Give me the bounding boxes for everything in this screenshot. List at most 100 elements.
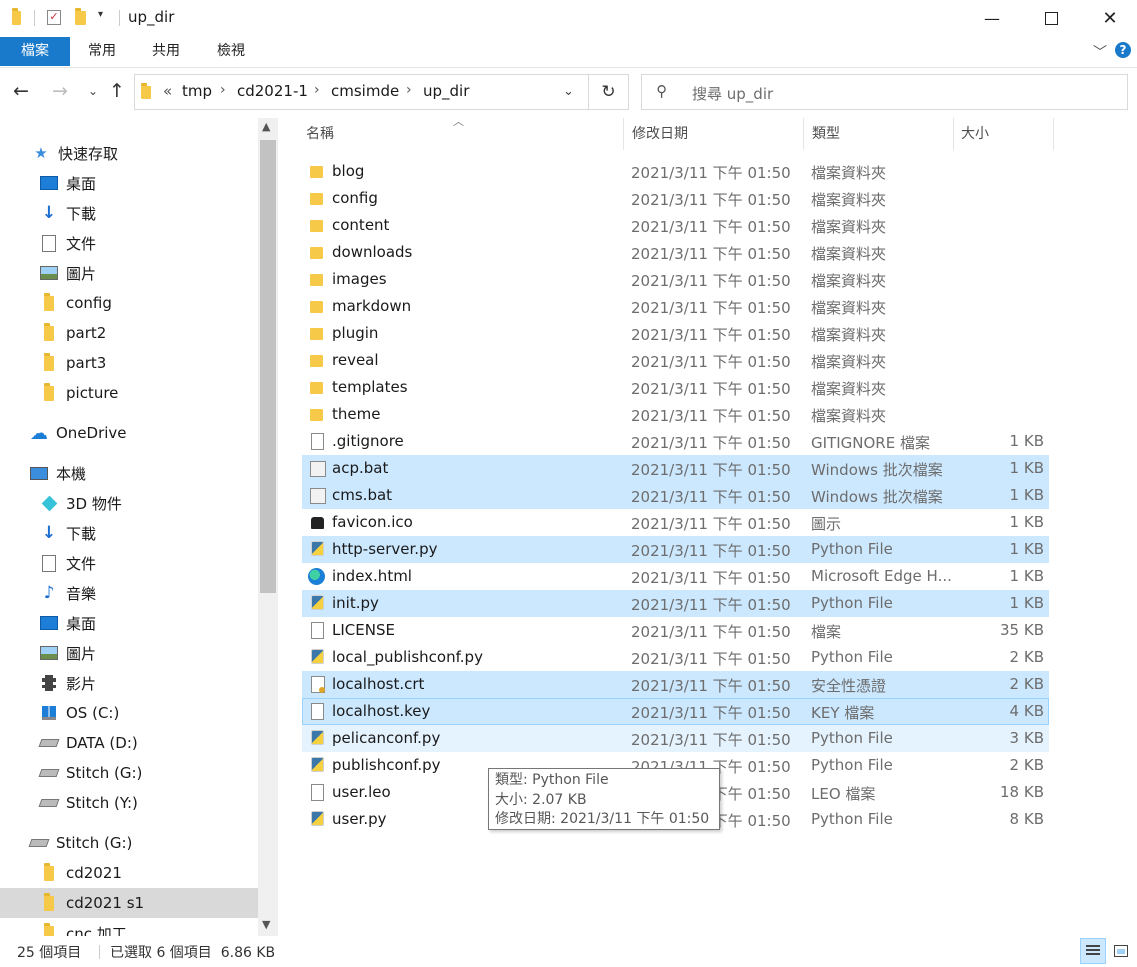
large-icons-view-icon[interactable] bbox=[1108, 938, 1134, 964]
file-row[interactable]: index.html 2021/3/11 下午 01:50 Microsoft Ed… bbox=[302, 563, 1049, 590]
breadcrumb-separator-icon[interactable]: › bbox=[406, 82, 412, 98]
column-divider[interactable] bbox=[1053, 118, 1054, 150]
scroll-up-arrow-icon[interactable]: ▲ bbox=[262, 120, 270, 133]
file-row[interactable]: favicon.ico 2021/3/11 下午 01:50 圖示 1 KB bbox=[302, 509, 1049, 536]
star-icon: ★ bbox=[34, 144, 48, 162]
file-name: cms.bat bbox=[332, 486, 393, 504]
breadcrumb-overflow[interactable]: « bbox=[163, 82, 172, 100]
forward-arrow-icon[interactable]: → bbox=[52, 80, 68, 102]
nav-pc-pictures[interactable]: 圖片 bbox=[0, 638, 258, 668]
file-row[interactable]: local_publishconf.py 2021/3/11 下午 01:50 Py… bbox=[302, 644, 1049, 671]
scrollbar-thumb[interactable] bbox=[260, 140, 276, 593]
file-row[interactable]: reveal 2021/3/11 下午 01:50 檔案資料夾 bbox=[302, 347, 1049, 374]
file-row[interactable]: acp.bat 2021/3/11 下午 01:50 Windows 批次檔案 1 K… bbox=[302, 455, 1049, 482]
tab-view[interactable]: 檢視 bbox=[199, 37, 263, 66]
nav-folder-cd2021[interactable]: cd2021 bbox=[0, 858, 258, 888]
nav-folder-cnc[interactable]: cnc 加工 bbox=[0, 918, 258, 936]
new-folder-icon[interactable] bbox=[75, 8, 91, 27]
file-name: user.leo bbox=[332, 783, 391, 801]
file-row[interactable]: pelicanconf.py 2021/3/11 下午 01:50 Python F… bbox=[302, 725, 1049, 752]
nav-documents[interactable]: 文件📌 bbox=[0, 228, 258, 258]
refresh-icon[interactable]: ↻ bbox=[589, 74, 629, 110]
column-header-type[interactable]: 類型 bbox=[812, 118, 840, 150]
music-note-icon: ♪ bbox=[43, 583, 55, 603]
maximize-button[interactable] bbox=[1028, 0, 1074, 36]
file-row[interactable]: init.py 2021/3/11 下午 01:50 Python File 1 KB bbox=[302, 590, 1049, 617]
file-row[interactable]: images 2021/3/11 下午 01:50 檔案資料夾 bbox=[302, 266, 1049, 293]
file-row[interactable]: .gitignore 2021/3/11 下午 01:50 GITIGNORE 檔案… bbox=[302, 428, 1049, 455]
nav-music[interactable]: ♪ 音樂 bbox=[0, 578, 258, 608]
tab-file[interactable]: 檔案 bbox=[0, 37, 70, 66]
file-row[interactable]: downloads 2021/3/11 下午 01:50 檔案資料夾 bbox=[302, 239, 1049, 266]
nav-desktop[interactable]: 桌面📌 bbox=[0, 168, 258, 198]
column-header-date[interactable]: 修改日期 bbox=[632, 118, 688, 150]
nav-drive-g[interactable]: Stitch (G:) bbox=[0, 758, 258, 788]
file-row[interactable]: blog 2021/3/11 下午 01:50 檔案資料夾 bbox=[302, 158, 1049, 185]
file-row[interactable]: plugin 2021/3/11 下午 01:50 檔案資料夾 bbox=[302, 320, 1049, 347]
nav-drive-y[interactable]: Stitch (Y:) bbox=[0, 788, 258, 818]
breadcrumb-tmp[interactable]: tmp bbox=[182, 82, 212, 100]
file-row[interactable]: config 2021/3/11 下午 01:50 檔案資料夾 bbox=[302, 185, 1049, 212]
file-row[interactable]: theme 2021/3/11 下午 01:50 檔案資料夾 bbox=[302, 401, 1049, 428]
file-size: 1 KB bbox=[1009, 594, 1044, 612]
file-type: 檔案資料夾 bbox=[811, 353, 887, 371]
nav-downloads[interactable]: ↓下載📌 bbox=[0, 198, 258, 228]
column-header-size[interactable]: 大小 bbox=[961, 118, 989, 150]
column-divider[interactable] bbox=[623, 118, 624, 150]
nav-drive-d[interactable]: DATA (D:) bbox=[0, 728, 258, 758]
details-view-icon[interactable] bbox=[1080, 938, 1106, 964]
nav-folder-part3[interactable]: part3 bbox=[0, 348, 258, 378]
expand-ribbon-icon[interactable]: ﹀ bbox=[1093, 42, 1107, 62]
file-row[interactable]: markdown 2021/3/11 下午 01:50 檔案資料夾 bbox=[302, 293, 1049, 320]
nav-pc-desktop[interactable]: 桌面 bbox=[0, 608, 258, 638]
nav-3d-objects[interactable]: 3D 物件 bbox=[0, 488, 258, 518]
breadcrumb-up-dir[interactable]: up_dir bbox=[423, 82, 469, 100]
nav-videos[interactable]: 影片 bbox=[0, 668, 258, 698]
scroll-down-arrow-icon[interactable]: ▼ bbox=[262, 918, 270, 931]
breadcrumb-separator-icon[interactable]: › bbox=[314, 82, 320, 98]
nav-this-pc[interactable]: 本機 bbox=[0, 458, 258, 488]
properties-icon[interactable]: ✓ bbox=[47, 10, 61, 25]
customize-quick-access-icon[interactable]: ▾ bbox=[98, 9, 103, 20]
column-divider[interactable] bbox=[953, 118, 954, 150]
tab-share[interactable]: 共用 bbox=[134, 37, 198, 66]
nav-onedrive[interactable]: ☁ OneDrive bbox=[0, 418, 258, 448]
nav-folder-part2[interactable]: part2 bbox=[0, 318, 258, 348]
file-row[interactable]: localhost.key 2021/3/11 下午 01:50 KEY 檔案 4 K… bbox=[302, 698, 1049, 725]
file-row[interactable]: cms.bat 2021/3/11 下午 01:50 Windows 批次檔案 1 K… bbox=[302, 482, 1049, 509]
nav-pc-downloads[interactable]: ↓ 下載 bbox=[0, 518, 258, 548]
close-button[interactable]: ✕ bbox=[1087, 0, 1133, 36]
picture-icon bbox=[40, 265, 58, 281]
back-arrow-icon[interactable]: ← bbox=[13, 80, 29, 102]
file-row[interactable]: templates 2021/3/11 下午 01:50 檔案資料夾 bbox=[302, 374, 1049, 401]
nav-folder-cd2021-s1[interactable]: cd2021 s1 bbox=[0, 888, 258, 918]
tab-home[interactable]: 常用 bbox=[70, 37, 134, 66]
file-row[interactable]: content 2021/3/11 下午 01:50 檔案資料夾 bbox=[302, 212, 1049, 239]
help-icon[interactable]: ? bbox=[1115, 42, 1131, 58]
nav-stitch-g[interactable]: Stitch (G:) bbox=[0, 828, 258, 858]
nav-folder-picture[interactable]: picture bbox=[0, 378, 258, 408]
up-arrow-icon[interactable]: ↑ bbox=[109, 80, 125, 102]
column-header-name[interactable]: 名稱 bbox=[306, 118, 334, 150]
nav-quick-access[interactable]: ★ 快速存取 bbox=[0, 138, 258, 168]
nav-drive-c[interactable]: OS (C:) bbox=[0, 698, 258, 728]
nav-folder-config[interactable]: config bbox=[0, 288, 258, 318]
file-type: 檔案資料夾 bbox=[811, 407, 887, 425]
file-name: local_publishconf.py bbox=[332, 648, 483, 666]
recent-locations-icon[interactable]: ⌄ bbox=[88, 84, 98, 98]
file-name: init.py bbox=[332, 594, 379, 612]
breadcrumb-separator-icon[interactable]: › bbox=[220, 82, 226, 98]
minimize-button[interactable]: — bbox=[969, 0, 1015, 36]
file-size: 1 KB bbox=[1009, 567, 1044, 585]
file-row[interactable]: localhost.crt 2021/3/11 下午 01:50 安全性憑證 2 KB bbox=[302, 671, 1049, 698]
file-row[interactable]: LICENSE 2021/3/11 下午 01:50 檔案 35 KB bbox=[302, 617, 1049, 644]
breadcrumb-cmsimde[interactable]: cmsimde bbox=[331, 82, 399, 100]
nav-pictures[interactable]: 圖片📌 bbox=[0, 258, 258, 288]
column-divider[interactable] bbox=[803, 118, 804, 150]
address-dropdown-icon[interactable]: ⌄ bbox=[563, 84, 574, 99]
breadcrumb-cd2021-1[interactable]: cd2021-1 bbox=[237, 82, 308, 100]
file-row[interactable]: http-server.py 2021/3/11 下午 01:50 Python F… bbox=[302, 536, 1049, 563]
file-type: 檔案 bbox=[811, 623, 842, 641]
file-name: localhost.key bbox=[332, 702, 431, 720]
nav-pc-documents[interactable]: 文件 bbox=[0, 548, 258, 578]
